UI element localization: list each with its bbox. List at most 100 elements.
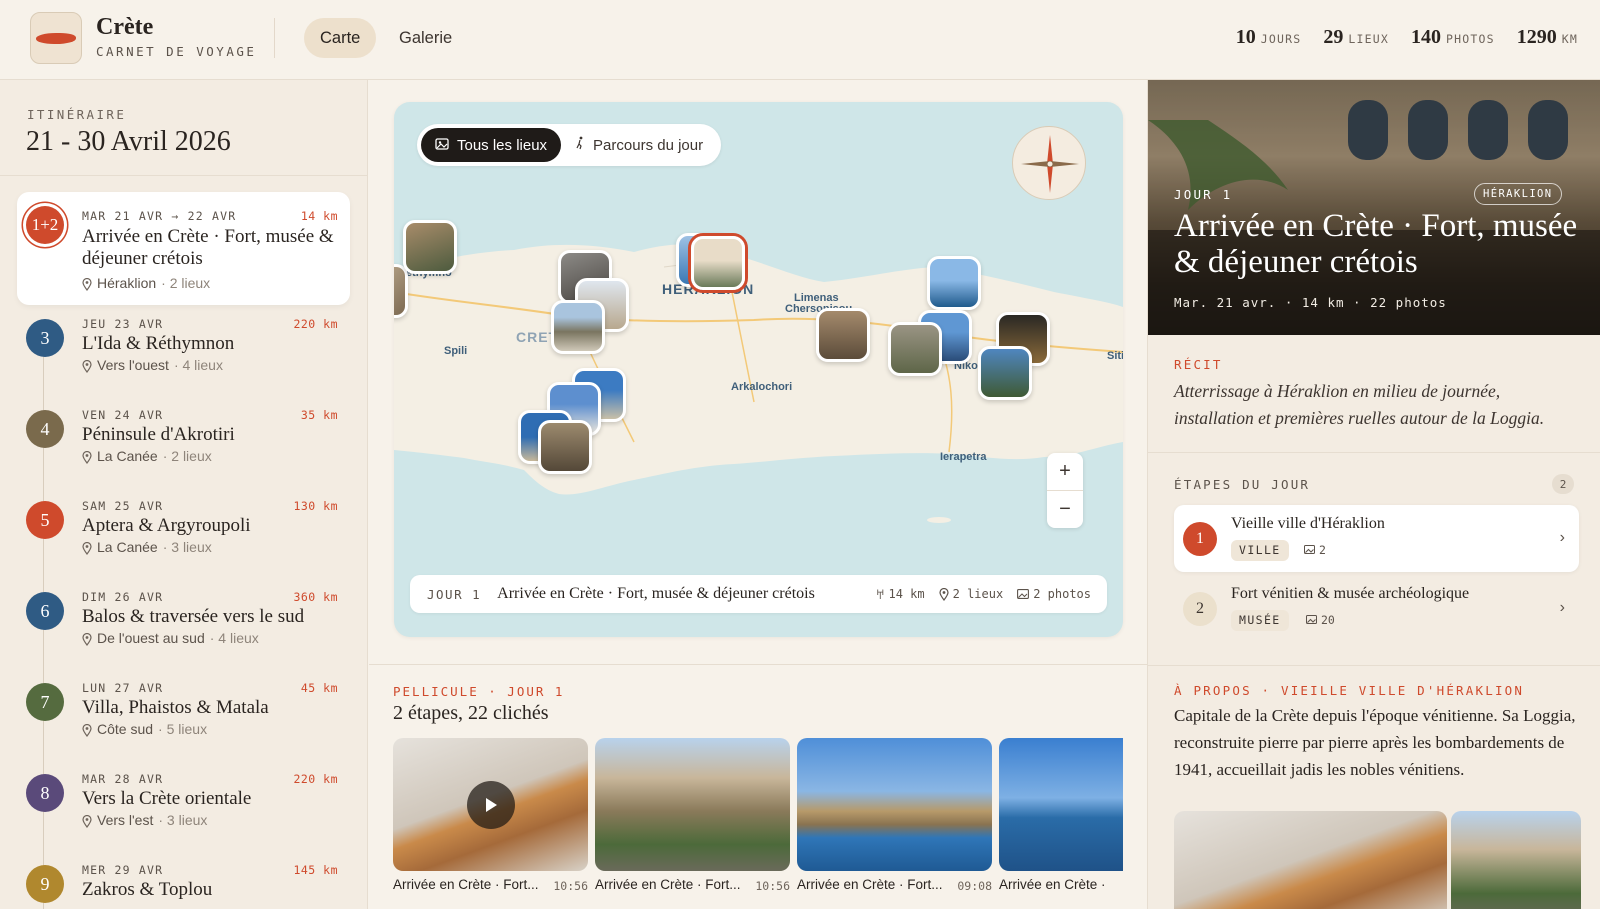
logo [30, 12, 82, 64]
day-number-badge: 3 [26, 319, 64, 357]
divider [0, 175, 367, 176]
trip-stats: 10 JOURS 29 LIEUX 140 PHOTOS 1290 KM [1236, 26, 1578, 49]
etape-title: Fort vénitien & musée archéologique [1231, 585, 1470, 602]
day-item[interactable]: 6 DIM 26 AVR 360 km Balos & traversée vers … [17, 580, 350, 666]
day-place: La Canée [97, 539, 158, 555]
photo-marker[interactable] [403, 220, 457, 274]
day-distance: 220 km [293, 772, 338, 786]
frame-caption: Arrivée en Crète · [999, 877, 1106, 892]
hero-location-badge: HÉRAKLION [1474, 183, 1562, 205]
tab-galerie[interactable]: Galerie [383, 18, 468, 58]
etapes-count-badge: 2 [1552, 474, 1574, 494]
day-item[interactable]: 4 VEN 24 AVR 35 km Péninsule d'Akrotiri La C… [17, 398, 350, 484]
image-icon [1304, 543, 1315, 557]
day-place: La Canée [97, 448, 158, 464]
frame-image [999, 738, 1123, 871]
zoom-controls: + − [1047, 453, 1083, 528]
day-item[interactable]: 5 SAM 25 AVR 130 km Aptera & Argyroupoli La … [17, 489, 350, 575]
map-column: Tous les lieux Parcours du jour Rethymno… [369, 80, 1147, 909]
apropos-photo[interactable] [1451, 811, 1581, 909]
film-frame[interactable]: Arrivée en Crète · Fort... 10:56 [393, 738, 588, 893]
frame-image [393, 738, 588, 871]
film-frame[interactable]: Arrivée en Crète · Fort... 09:08 [797, 738, 992, 893]
footer-lieux: 2 lieux [939, 587, 1003, 601]
footer-day-title: Arrivée en Crète · Fort, musée & déjeune… [497, 585, 815, 602]
photo-marker[interactable] [978, 346, 1032, 400]
day-meta: La Canée · 2 lieux [82, 448, 212, 464]
day-meta: Côte sud · 5 lieux [82, 721, 207, 737]
recit-label: RÉCIT [1174, 357, 1223, 372]
place-spili: Spili [444, 345, 468, 357]
day-date: DIM 26 AVR [82, 590, 164, 604]
day-place: Côte sud [97, 721, 154, 737]
day-distance: 145 km [293, 863, 338, 877]
film-strip[interactable]: Arrivée en Crète · Fort... 10:56 Arrivée … [393, 738, 1123, 909]
day-place-count: · 4 lieux [173, 357, 223, 373]
zoom-in-button[interactable]: + [1047, 453, 1083, 490]
photo-marker[interactable] [816, 308, 870, 362]
day-title: Villa, Phaistos & Matala [82, 697, 269, 718]
place-siti: Siti [1107, 350, 1123, 362]
frame-caption: Arrivée en Crète · Fort... [595, 877, 741, 892]
chevron-right-icon: › [1559, 529, 1565, 546]
tab-carte[interactable]: Carte [304, 18, 377, 58]
film-frame[interactable]: Arrivée en Crète · Fort... 10:56 [595, 738, 790, 893]
day-detail-panel: JOUR 1 HÉRAKLION Arrivée en Crète · Fort… [1147, 80, 1600, 909]
stat-places: 29 LIEUX [1323, 26, 1389, 48]
image-icon [1306, 613, 1317, 627]
app-header: Crète CARNET DE VOYAGE Carte Galerie 10 J… [0, 0, 1600, 80]
day-item[interactable]: 9 MER 29 AVR 145 km Zakros & Toplou [17, 853, 350, 909]
day-date: MER 29 AVR [82, 863, 164, 877]
stat-days: 10 JOURS [1235, 26, 1302, 48]
map[interactable]: Tous les lieux Parcours du jour Rethymno… [394, 102, 1123, 637]
frame-time: 10:56 [553, 879, 588, 893]
chevron-right-icon: › [1559, 599, 1565, 616]
map-view-toggle: Tous les lieux Parcours du jour [417, 124, 722, 166]
film-frame[interactable]: Arrivée en Crète · [999, 738, 1123, 892]
hero-day-label: JOUR 1 [1174, 187, 1233, 202]
day-title: Péninsule d'Akrotiri [82, 424, 235, 445]
footer-day-label: JOUR 1 [427, 586, 482, 602]
photo-marker[interactable] [551, 300, 605, 354]
hero-title: Arrivée en Crète · Fort, musée & déjeune… [1174, 208, 1578, 280]
toggle-day-route[interactable]: Parcours du jour [561, 128, 717, 162]
photo-marker[interactable] [888, 322, 942, 376]
day-title: Arrivée en Crète · Fort, musée & déjeune… [82, 226, 334, 269]
day-distance: 45 km [300, 681, 338, 695]
day-number-badge: 5 [26, 501, 64, 539]
footer-photos: 2 photos [1017, 587, 1091, 601]
place-arkalochori: Arkalochori [731, 381, 793, 393]
etape-item[interactable]: 1 Vieille ville d'Héraklion VILLE 2 › [1174, 505, 1579, 572]
day-place: Vers l'est [97, 812, 154, 828]
hero-image: JOUR 1 HÉRAKLION Arrivée en Crète · Fort… [1148, 80, 1600, 335]
footer-stats: 𐀀 14 km 2 lieux 2 photos [876, 586, 1091, 603]
day-distance: 35 km [300, 408, 338, 422]
etape-item[interactable]: 2 Fort vénitien & musée archéologique MU… [1174, 575, 1579, 642]
day-place: Vers l'ouest [97, 357, 169, 373]
play-icon[interactable] [467, 781, 515, 829]
day-place-count: · 2 lieux [161, 275, 211, 291]
apropos-text: Capitale de la Crète depuis l'époque vén… [1174, 706, 1576, 779]
place-ierapetra: Ierapetra [940, 451, 987, 463]
day-item[interactable]: 8 MAR 28 AVR 220 km Vers la Crète orientale… [17, 762, 350, 848]
divider [369, 664, 1147, 665]
photo-marker[interactable] [394, 264, 408, 318]
day-title: Balos & traversée vers le sud [82, 606, 305, 627]
pin-icon [939, 587, 949, 601]
day-item[interactable]: 7 LUN 27 AVR 45 km Villa, Phaistos & Matala… [17, 671, 350, 757]
apropos-photo[interactable] [1174, 811, 1447, 909]
toggle-all-places[interactable]: Tous les lieux [421, 128, 562, 162]
pin-icon [82, 357, 92, 373]
day-date: JEU 23 AVR [82, 317, 164, 331]
day-item[interactable]: 3 JEU 23 AVR 220 km L'Ida & Réthymnon Vers l… [17, 307, 350, 393]
photo-marker-active[interactable] [691, 236, 745, 290]
zoom-out-button[interactable]: − [1047, 491, 1083, 528]
day-title: L'Ida & Réthymnon [82, 333, 235, 354]
etape-number: 2 [1183, 592, 1217, 626]
day-title: Vers la Crète orientale [82, 788, 252, 809]
day-item[interactable]: 1+2 MAR 21 AVR → 22 AVR 14 km Arrivée en Cr… [17, 192, 350, 305]
photo-marker[interactable] [927, 256, 981, 310]
photo-marker[interactable] [538, 420, 592, 474]
hero-meta: Mar. 21 avr. · 14 km · 22 photos [1174, 295, 1447, 310]
etape-number: 1 [1183, 522, 1217, 556]
